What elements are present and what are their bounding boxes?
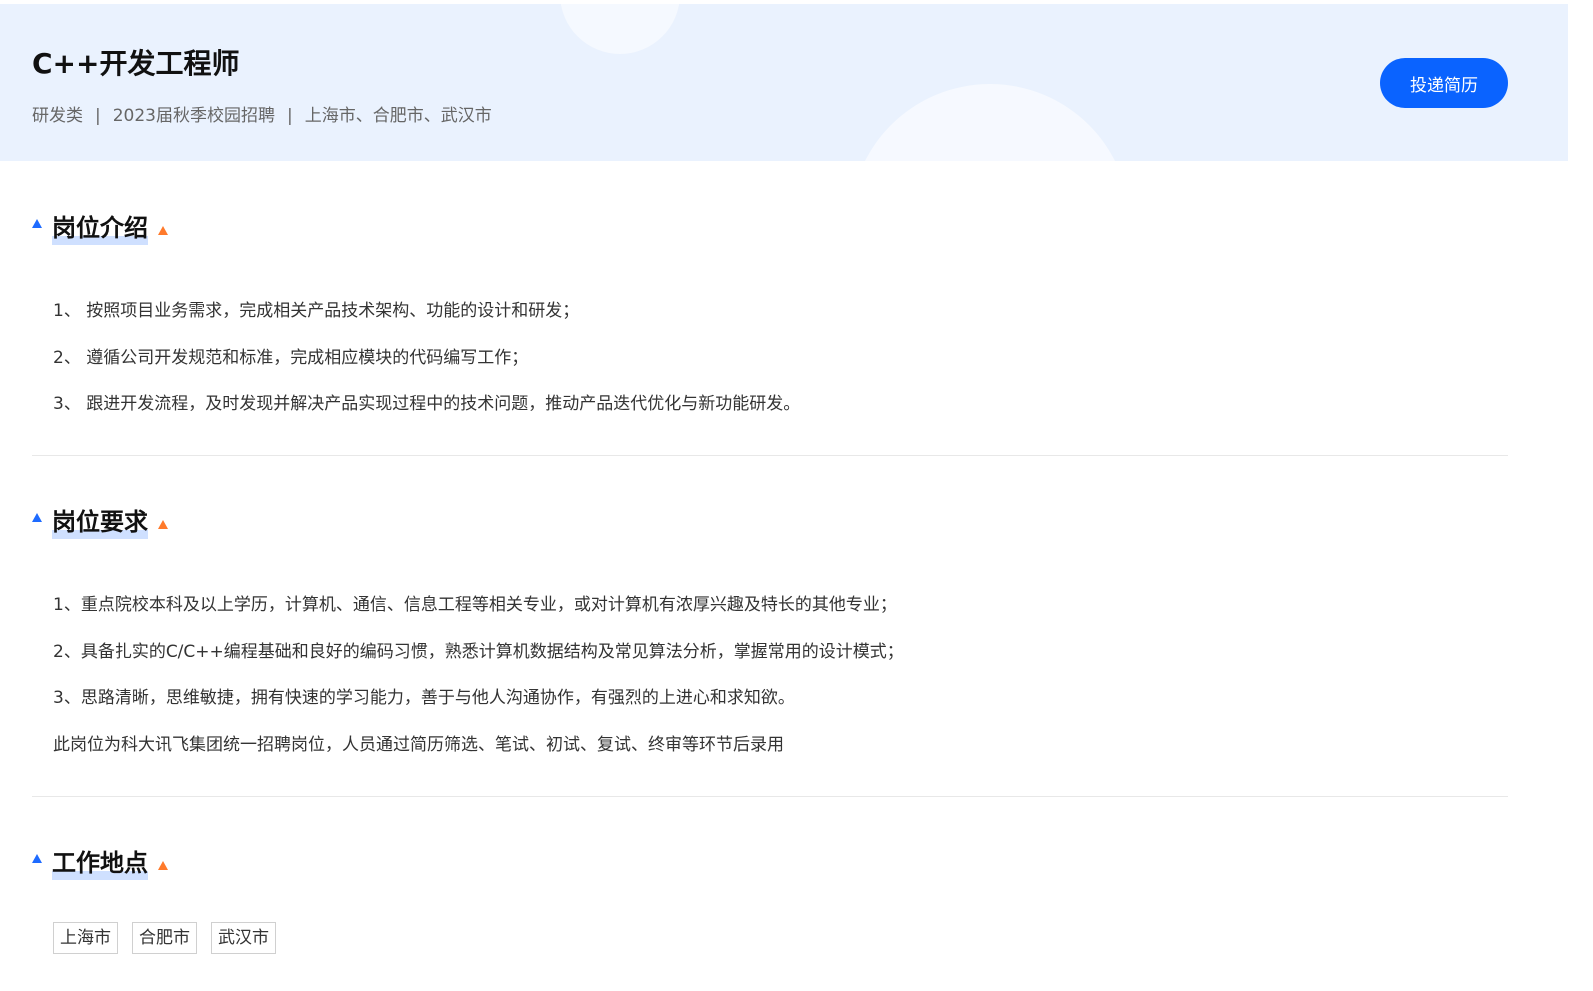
list-item: 此岗位为科大讯飞集团统一招聘岗位，人员通过简历筛选、笔试、初试、复试、终审等环节… <box>53 735 784 756</box>
list-item: 2、具备扎实的C/C++编程基础和良好的编码习惯，熟悉计算机数据结构及常见算法分… <box>53 641 904 662</box>
section-title-intro: 岗位介绍 <box>32 210 168 246</box>
location-tag: 上海市 <box>53 922 118 954</box>
triangle-up-icon <box>158 860 168 870</box>
meta-separator: | <box>95 106 101 126</box>
section-heading: 岗位介绍 <box>52 211 148 245</box>
list-item: 3、 跟进开发流程，及时发现并解决产品实现过程中的技术问题，推动产品迭代优化与新… <box>53 394 801 415</box>
list-item: 2、 遵循公司开发规范和标准，完成相应模块的代码编写工作； <box>53 347 529 368</box>
header-decoration-circle <box>850 84 1130 161</box>
job-locations: 上海市、合肥市、武汉市 <box>304 106 492 126</box>
location-tag: 武汉市 <box>211 922 276 954</box>
section-title-requirements: 岗位要求 <box>32 504 168 540</box>
requirements-list: 1、重点院校本科及以上学历，计算机、通信、信息工程等相关专业，或对计算机有浓厚兴… <box>53 582 904 769</box>
location-tags: 上海市 合肥市 武汉市 <box>53 922 276 954</box>
triangle-up-icon <box>32 218 42 228</box>
triangle-up-icon <box>32 512 42 522</box>
apply-resume-button[interactable]: 投递简历 <box>1380 58 1508 108</box>
job-meta: 研发类 | 2023届秋季校园招聘 | 上海市、合肥市、武汉市 <box>32 102 492 130</box>
section-heading: 岗位要求 <box>52 505 148 539</box>
triangle-up-icon <box>32 853 42 863</box>
header-decoration-circle-small <box>560 4 680 54</box>
triangle-up-icon <box>158 225 168 235</box>
job-title: C++开发工程师 <box>32 47 240 80</box>
meta-separator: | <box>287 106 293 126</box>
job-recruitment-type: 2023届秋季校园招聘 <box>112 106 275 126</box>
list-item: 1、 按照项目业务需求，完成相关产品技术架构、功能的设计和研发； <box>53 301 580 321</box>
section-title-location: 工作地点 <box>32 845 168 881</box>
triangle-up-icon <box>158 519 168 529</box>
list-item: 3、思路清晰，思维敏捷，拥有快速的学习能力，善于与他人沟通协作，有强烈的上进心和… <box>53 688 795 709</box>
job-category: 研发类 <box>32 106 83 126</box>
section-divider <box>32 455 1508 456</box>
location-tag: 合肥市 <box>132 922 197 954</box>
job-header: C++开发工程师 研发类 | 2023届秋季校园招聘 | 上海市、合肥市、武汉市 投递简… <box>0 4 1568 161</box>
section-heading: 工作地点 <box>52 846 148 880</box>
section-divider <box>32 796 1508 797</box>
list-item: 1、重点院校本科及以上学历，计算机、通信、信息工程等相关专业，或对计算机有浓厚兴… <box>53 595 897 615</box>
intro-list: 1、 按照项目业务需求，完成相关产品技术架构、功能的设计和研发； 2、 遵循公司… <box>53 288 800 428</box>
